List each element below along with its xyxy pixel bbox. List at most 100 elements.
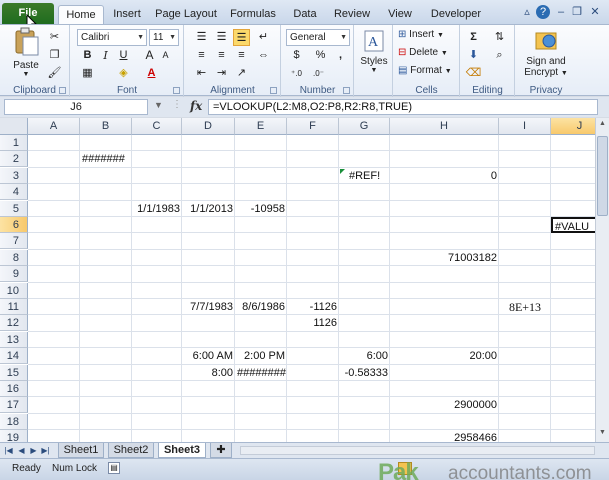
align-left-icon[interactable]: ≡ (193, 47, 210, 64)
align-bottom-icon[interactable]: ☰ (233, 29, 250, 46)
first-sheet-icon[interactable]: |◀ (3, 444, 14, 457)
bold-button[interactable]: B (79, 47, 96, 64)
cell-h17[interactable]: 2900000 (390, 397, 499, 413)
font-name-combo[interactable]: Calibri ▼ (77, 29, 147, 46)
insert-cells-button[interactable]: ⊞ Insert ▼ (398, 29, 444, 40)
row-header-15[interactable]: 15 (0, 364, 28, 381)
cell-d14[interactable]: 6:00 AM (182, 348, 235, 364)
column-header-d[interactable]: D (182, 118, 235, 135)
row-header-10[interactable]: 10 (0, 282, 28, 299)
column-header-c[interactable]: C (132, 118, 182, 135)
cell-f11[interactable]: -1126 (287, 299, 339, 315)
column-header-f[interactable]: F (287, 118, 339, 135)
currency-button[interactable]: $ (288, 47, 305, 64)
scroll-down-icon[interactable]: ▼ (597, 429, 608, 440)
number-format-combo[interactable]: General ▼ (286, 29, 350, 46)
next-sheet-icon[interactable]: ▶ (28, 444, 39, 457)
window-close-icon[interactable]: ✕ (588, 5, 602, 19)
cell-c5[interactable]: 1/1/1983 (132, 201, 182, 217)
row-header-2[interactable]: 2 (0, 151, 28, 168)
find-select-icon[interactable]: ⌕ (491, 47, 508, 64)
alignment-launcher-icon[interactable] (270, 87, 277, 94)
tab-view[interactable]: View (384, 5, 416, 24)
tab-page-layout[interactable]: Page Layout (154, 5, 218, 24)
insert-function-button[interactable]: fx (190, 99, 202, 113)
insert-sheet-icon[interactable]: ✚ (210, 443, 232, 458)
sheet-tab-sheet2[interactable]: Sheet2 (108, 443, 154, 458)
row-header-16[interactable]: 16 (0, 381, 28, 397)
italic-button[interactable]: I (97, 47, 114, 64)
align-center-icon[interactable]: ≡ (213, 47, 230, 64)
row-header-6[interactable]: 6 (0, 217, 28, 233)
merge-center-icon[interactable]: ⇔ (255, 47, 272, 64)
sheet-tab-sheet1[interactable]: Sheet1 (58, 443, 104, 458)
vertical-scrollbar[interactable]: ▲ ▼ (595, 118, 609, 442)
percent-button[interactable]: % (312, 47, 329, 64)
sort-filter-icon[interactable]: ⇅ (491, 29, 508, 46)
cell-h14[interactable]: 20:00 (390, 348, 499, 364)
tab-formulas[interactable]: Formulas (228, 5, 278, 24)
comma-button[interactable]: , (332, 47, 349, 64)
decrease-indent-icon[interactable]: ⇤ (193, 65, 210, 82)
orientation-icon[interactable]: ↗ (233, 65, 250, 82)
paste-button[interactable]: Paste ▼ (6, 27, 46, 78)
format-cells-button[interactable]: ▤ Format ▼ (398, 65, 452, 76)
last-sheet-icon[interactable]: ▶| (40, 444, 51, 457)
font-size-combo[interactable]: 11 ▼ (149, 29, 179, 46)
scroll-up-icon[interactable]: ▲ (597, 120, 608, 131)
row-header-13[interactable]: 13 (0, 331, 28, 348)
tab-review[interactable]: Review (332, 5, 372, 24)
cell-g15[interactable]: -0.58333 (339, 365, 390, 381)
horizontal-scrollbar[interactable] (240, 446, 595, 455)
help-icon[interactable]: ? (536, 5, 550, 19)
clear-icon[interactable]: ⌫ (465, 65, 482, 82)
cell-d11[interactable]: 7/7/1983 (182, 299, 235, 315)
row-header-17[interactable]: 17 (0, 397, 28, 414)
row-header-8[interactable]: 8 (0, 249, 28, 266)
cell-d5[interactable]: 1/1/2013 (182, 201, 235, 217)
sign-encrypt-button[interactable]: Sign and Encrypt ▼ (520, 27, 572, 78)
align-middle-icon[interactable]: ☰ (213, 29, 230, 46)
align-top-icon[interactable]: ☰ (193, 29, 210, 46)
row-header-5[interactable]: 5 (0, 200, 28, 217)
column-header-i[interactable]: I (499, 118, 551, 135)
format-painter-icon[interactable]: 🖌 (46, 65, 63, 82)
cell-e11[interactable]: 8/6/1986 (235, 299, 287, 315)
autosum-button[interactable]: Σ (465, 29, 482, 46)
row-header-3[interactable]: 3 (0, 167, 28, 184)
window-minimize-icon[interactable]: – (554, 5, 568, 19)
cell-b2[interactable]: ####### (80, 151, 132, 167)
underline-button[interactable]: U (115, 47, 132, 64)
column-header-e[interactable]: E (235, 118, 287, 135)
borders-icon[interactable]: ▦ (79, 65, 96, 82)
column-header-b[interactable]: B (80, 118, 132, 135)
name-box-dropdown-icon[interactable]: ▼ (154, 100, 163, 110)
tab-data[interactable]: Data (288, 5, 322, 24)
cell-f12[interactable]: 1126 (287, 315, 339, 331)
worksheet-grid[interactable]: A B C D E F G H I J 1 2 3 4 5 6 7 8 9 10 11 12 13 14 15 16 17 18 19 #… (0, 118, 609, 442)
row-header-12[interactable]: 12 (0, 315, 28, 332)
cell-h8[interactable]: 71003182 (390, 250, 499, 266)
column-header-g[interactable]: G (339, 118, 390, 135)
cut-icon[interactable]: ✂ (46, 29, 63, 46)
copy-icon[interactable]: ❐ (46, 47, 63, 64)
clipboard-launcher-icon[interactable] (59, 87, 66, 94)
formula-input[interactable]: =VLOOKUP(L2:M8,O2:P8,R2:R8,TRUE) (208, 99, 598, 115)
number-launcher-icon[interactable] (343, 87, 350, 94)
increase-indent-icon[interactable]: ⇥ (213, 65, 230, 82)
cell-d15[interactable]: 8:00 (182, 365, 235, 381)
macro-record-icon[interactable]: ▤ (108, 462, 120, 474)
cell-e5[interactable]: -10958 (235, 201, 287, 217)
fill-icon[interactable]: ⬇ (465, 47, 482, 64)
row-header-4[interactable]: 4 (0, 184, 28, 201)
styles-button[interactable]: A Styles ▼ (357, 29, 391, 74)
shrink-font-button[interactable]: A (157, 47, 174, 64)
row-header-9[interactable]: 9 (0, 266, 28, 283)
row-header-11[interactable]: 11 (0, 299, 28, 315)
wrap-text-icon[interactable]: ↵ (255, 29, 272, 46)
cell-h3[interactable]: 0 (390, 168, 499, 184)
row-header-1[interactable]: 1 (0, 135, 28, 151)
tab-home[interactable]: Home (58, 5, 104, 24)
font-launcher-icon[interactable] (173, 87, 180, 94)
cell-e15[interactable]: ######## (235, 365, 287, 381)
